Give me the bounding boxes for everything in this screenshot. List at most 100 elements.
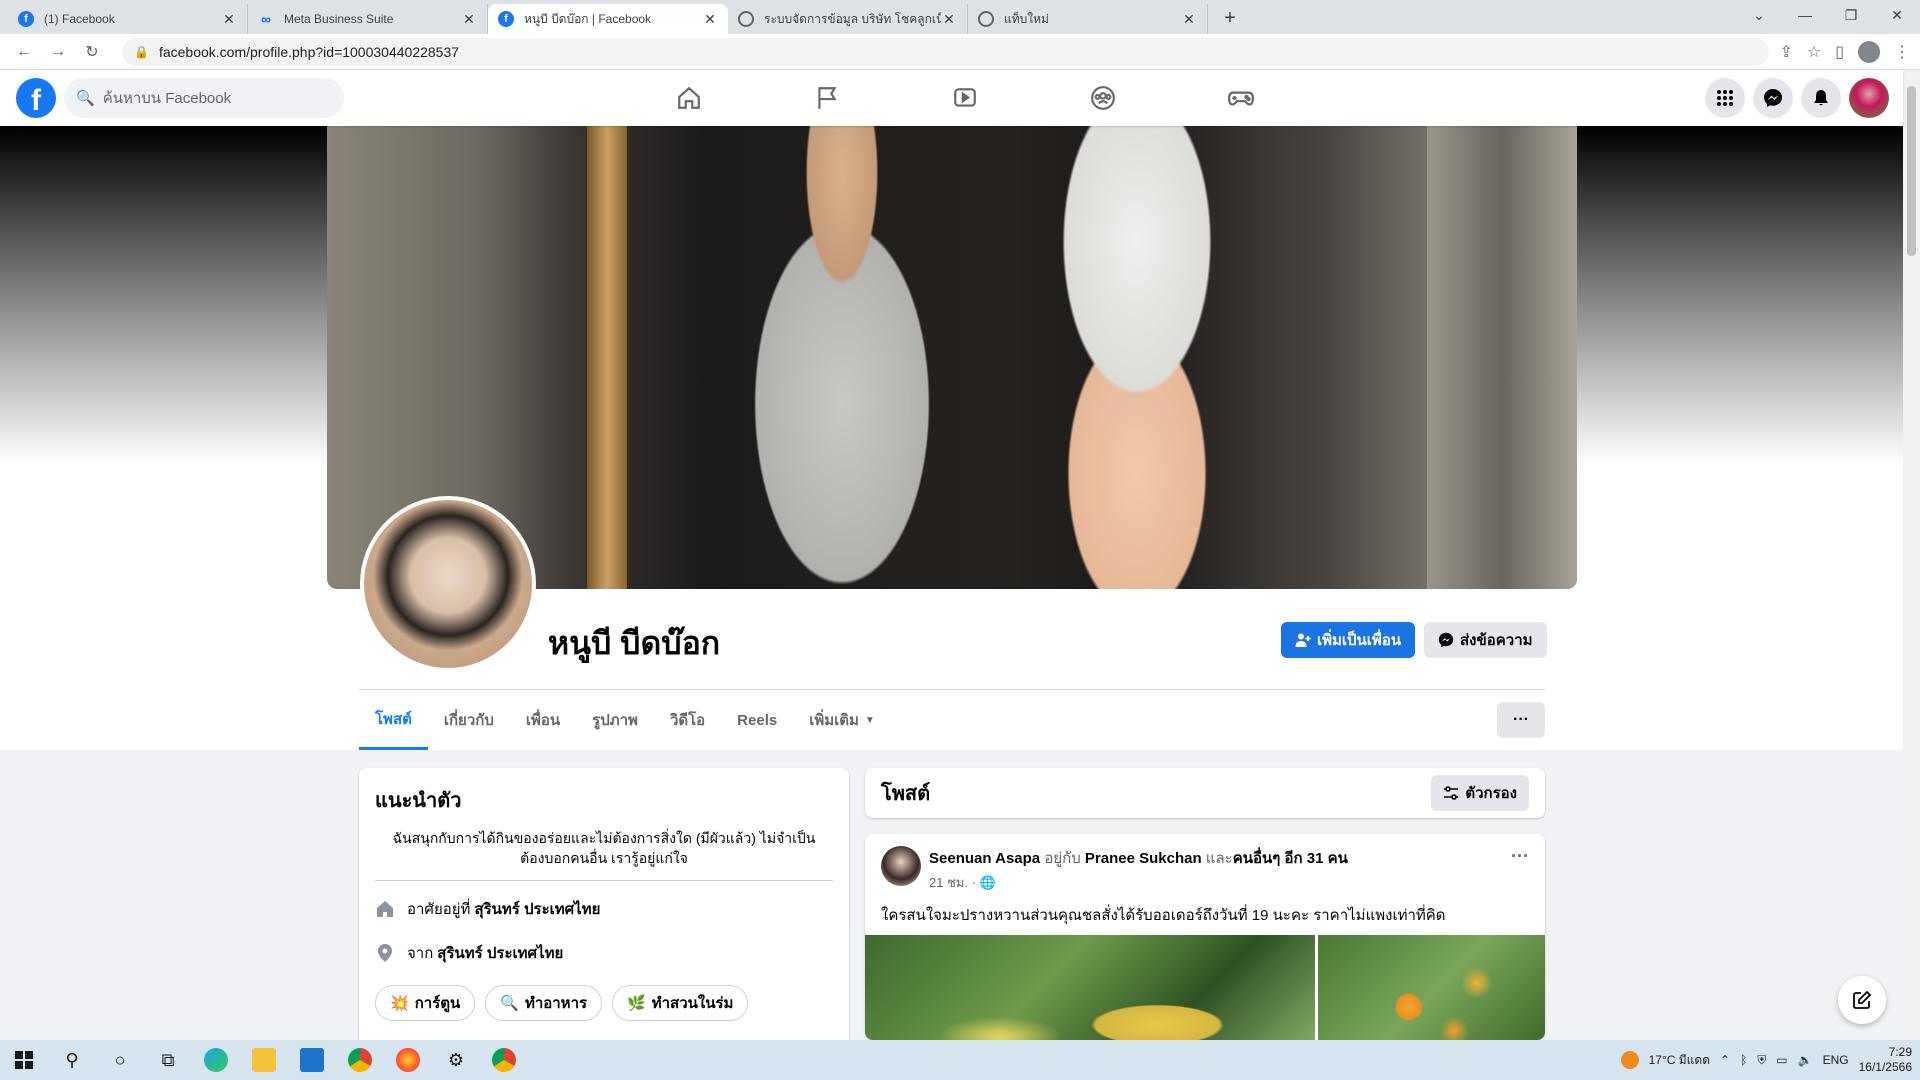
forward-icon[interactable]: → bbox=[44, 38, 72, 66]
bluetooth-icon[interactable]: ᛒ bbox=[1740, 1053, 1747, 1067]
post-others-link[interactable]: คนอื่นๆ อีก 31 คน bbox=[1233, 850, 1348, 867]
profile-tabs: โพสต์ เกี่ยวกับ เพื่อน รูปภาพ วิดีโอ Ree… bbox=[359, 690, 891, 750]
tab-videos[interactable]: วิดีโอ bbox=[654, 690, 721, 750]
browser-tab[interactable]: ∞ Meta Business Suite ✕ bbox=[248, 4, 488, 34]
post-author-avatar[interactable] bbox=[881, 846, 921, 886]
facebook-icon: f bbox=[18, 11, 34, 27]
hobby-chip[interactable]: 🔍 ทำอาหาร bbox=[485, 985, 603, 1021]
tab-posts[interactable]: โพสต์ bbox=[359, 690, 428, 750]
nav-pages[interactable] bbox=[758, 70, 896, 126]
tab-more[interactable]: เพิ่มเติม ▼ bbox=[793, 690, 891, 750]
hobbies-list: 💥 การ์ตูน 🔍 ทำอาหาร 🌿 ทำสวนในร่ม bbox=[375, 985, 833, 1021]
close-tab-icon[interactable]: ✕ bbox=[702, 11, 718, 28]
chevron-up-icon[interactable]: ⌃ bbox=[1720, 1053, 1730, 1067]
close-tab-icon[interactable]: ✕ bbox=[941, 11, 957, 28]
close-tab-icon[interactable]: ✕ bbox=[1181, 11, 1197, 28]
language-indicator[interactable]: ENG bbox=[1823, 1053, 1849, 1067]
edge-icon[interactable] bbox=[192, 1040, 240, 1080]
send-message-button[interactable]: ส่งข้อความ bbox=[1424, 622, 1547, 658]
nav-groups[interactable] bbox=[1034, 70, 1172, 126]
chrome-icon[interactable] bbox=[336, 1040, 384, 1080]
weather-text[interactable]: 17°C มีแดด bbox=[1649, 1051, 1710, 1070]
lock-icon[interactable]: 🔒 bbox=[134, 45, 149, 59]
browser-tab[interactable]: f (1) Facebook ✕ bbox=[8, 4, 248, 34]
menu-grid-icon[interactable] bbox=[1705, 78, 1745, 118]
search-icon[interactable]: ⚲ bbox=[48, 1040, 96, 1080]
firefox-icon[interactable] bbox=[384, 1040, 432, 1080]
close-tab-icon[interactable]: ✕ bbox=[461, 11, 477, 28]
game-controller-icon bbox=[1228, 91, 1254, 106]
hobby-chip[interactable]: 💥 การ์ตูน bbox=[375, 985, 476, 1021]
messenger-icon[interactable] bbox=[1753, 78, 1793, 118]
from-value[interactable]: สุรินทร์ ประเทศไทย bbox=[437, 941, 563, 965]
close-tab-icon[interactable]: ✕ bbox=[221, 11, 237, 28]
search-box[interactable]: 🔍 bbox=[64, 78, 344, 118]
tab-search-icon[interactable]: ⌄ bbox=[1736, 0, 1782, 30]
clock[interactable]: 7:29 16/1/2566 bbox=[1859, 1045, 1912, 1075]
url-field[interactable]: 🔒 facebook.com/profile.php?id=1000304402… bbox=[122, 37, 1770, 66]
page-scrollbar[interactable] bbox=[1903, 70, 1920, 1040]
post-meta-line: 21 ชม. · 🌐 bbox=[929, 872, 1511, 893]
filter-button[interactable]: ตัวกรอง bbox=[1431, 775, 1529, 811]
add-friend-button[interactable]: เพิ่มเป็นเพื่อน bbox=[1281, 622, 1416, 658]
notifications-bell-icon[interactable] bbox=[1801, 78, 1841, 118]
bookmark-star-icon[interactable]: ☆ bbox=[1807, 42, 1821, 62]
cortana-icon[interactable]: ○ bbox=[96, 1040, 144, 1080]
hobby-chip[interactable]: 🌿 ทำสวนในร่ม bbox=[612, 985, 749, 1021]
browser-tab[interactable]: ระบบจัดการข้อมูล บริษัท โชคลูกเน็ต ฯ ✕ bbox=[728, 4, 968, 34]
send-message-label: ส่งข้อความ bbox=[1460, 632, 1533, 649]
chrome-icon[interactable] bbox=[480, 1040, 528, 1080]
cover-photo-detail bbox=[967, 126, 1307, 589]
tab-reels[interactable]: Reels bbox=[721, 690, 793, 750]
minimize-icon[interactable]: — bbox=[1782, 0, 1828, 30]
back-icon[interactable]: ← bbox=[10, 38, 38, 66]
browser-tab[interactable]: แท็บใหม่ ✕ bbox=[968, 4, 1208, 34]
profile-picture[interactable] bbox=[360, 496, 536, 672]
post-tagged-name[interactable]: Pranee Sukchan bbox=[1085, 850, 1202, 867]
settings-gear-icon[interactable]: ⚙ bbox=[432, 1040, 480, 1080]
file-explorer-icon[interactable] bbox=[240, 1040, 288, 1080]
tab-photos[interactable]: รูปภาพ bbox=[576, 690, 654, 750]
tab-about[interactable]: เกี่ยวกับ bbox=[428, 690, 510, 750]
scrollbar-thumb[interactable] bbox=[1907, 86, 1916, 256]
restore-icon[interactable]: ❐ bbox=[1828, 0, 1874, 30]
lives-in-value[interactable]: สุรินทร์ ประเทศไทย bbox=[474, 897, 600, 921]
search-input[interactable] bbox=[102, 89, 323, 107]
mail-icon[interactable] bbox=[288, 1040, 336, 1080]
network-icon[interactable]: ▭ bbox=[1776, 1053, 1787, 1067]
close-window-icon[interactable]: ✕ bbox=[1874, 0, 1920, 30]
tab-title: ระบบจัดการข้อมูล บริษัท โชคลูกเน็ต ฯ bbox=[764, 11, 941, 26]
post-image[interactable] bbox=[1318, 935, 1545, 1040]
security-shield-icon[interactable]: ⛨ bbox=[1757, 1053, 1766, 1068]
cover-photo[interactable] bbox=[327, 126, 1577, 589]
windows-start-icon[interactable] bbox=[0, 1040, 48, 1080]
filter-label: ตัวกรอง bbox=[1465, 785, 1517, 802]
browser-tab-active[interactable]: f หนูบี บีดบ๊อก | Facebook ✕ bbox=[488, 4, 728, 34]
reload-icon[interactable]: ↻ bbox=[78, 38, 106, 66]
task-view-icon[interactable]: ⧉ bbox=[144, 1040, 192, 1080]
post-image[interactable] bbox=[865, 935, 1315, 1040]
post-time[interactable]: 21 ชม. · bbox=[929, 875, 976, 890]
posts-title: โพสต์ bbox=[881, 783, 931, 805]
posts-header-card: โพสต์ ตัวกรอง bbox=[865, 768, 1545, 818]
new-tab-button[interactable]: + bbox=[1216, 4, 1244, 32]
side-panel-icon[interactable]: ▯ bbox=[1835, 42, 1844, 62]
globe-icon bbox=[738, 11, 754, 27]
weather-sun-icon bbox=[1620, 1051, 1639, 1069]
search-icon: 🔍 bbox=[76, 90, 95, 107]
nav-watch[interactable] bbox=[896, 70, 1034, 126]
nav-gaming[interactable] bbox=[1172, 70, 1310, 126]
post-author-name[interactable]: Seenuan Asapa bbox=[929, 850, 1040, 867]
volume-icon[interactable]: 🔈 bbox=[1798, 1053, 1813, 1067]
tab-friends[interactable]: เพื่อน bbox=[510, 690, 576, 750]
more-options-button[interactable]: ··· bbox=[1497, 702, 1545, 738]
menu-kebab-icon[interactable]: ⋮ bbox=[1894, 42, 1910, 62]
account-avatar[interactable] bbox=[1849, 78, 1889, 118]
share-icon[interactable]: ⇪ bbox=[1779, 42, 1792, 62]
tab-title: (1) Facebook bbox=[44, 12, 115, 26]
post-options-icon[interactable]: ··· bbox=[1511, 846, 1529, 893]
new-message-button[interactable] bbox=[1838, 976, 1886, 1024]
nav-home[interactable] bbox=[620, 70, 758, 126]
profile-icon[interactable] bbox=[1858, 40, 1880, 63]
facebook-logo-icon[interactable]: f bbox=[16, 78, 56, 118]
